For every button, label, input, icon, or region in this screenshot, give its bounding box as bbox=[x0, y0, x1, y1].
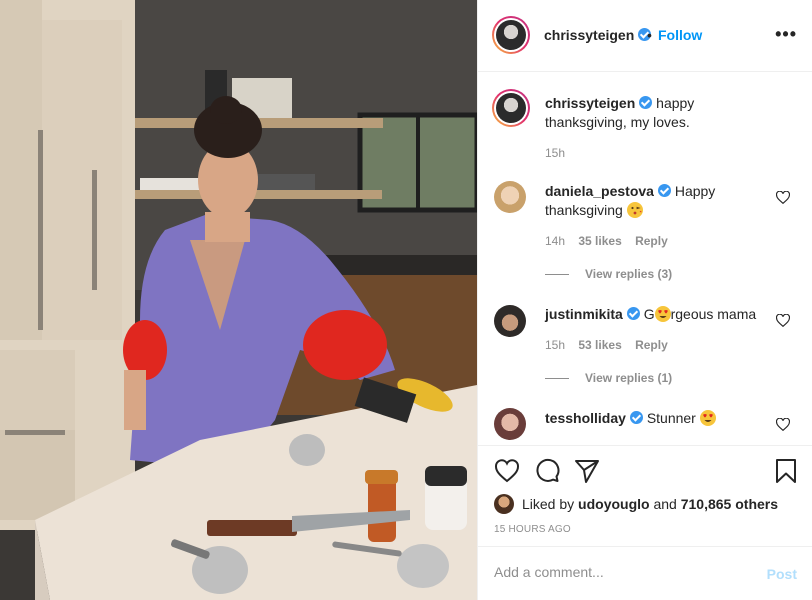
post-side-panel: chrissyteigen • Follow ••• chrissyteigen… bbox=[477, 0, 812, 600]
kitchen-photo-illustration bbox=[0, 0, 477, 600]
comment: daniela_pestova Happy thanksgiving bbox=[545, 182, 770, 220]
view-replies-label[interactable]: View replies (1) bbox=[585, 371, 672, 385]
author-username[interactable]: chrissyteigen bbox=[544, 27, 634, 43]
liked-by: Liked by udoyouglo and 710,865 others bbox=[494, 494, 778, 514]
comment-username[interactable]: justinmikita bbox=[545, 306, 623, 322]
comment-input[interactable] bbox=[494, 564, 744, 580]
reply-button[interactable]: Reply bbox=[635, 234, 668, 248]
post-photo[interactable] bbox=[0, 0, 477, 600]
likes-count-link[interactable]: 710,865 others bbox=[681, 496, 778, 512]
post-comment-button[interactable]: Post bbox=[767, 566, 797, 582]
liker-username[interactable]: udoyouglo bbox=[578, 496, 650, 512]
heart-eyes-emoji-icon bbox=[699, 410, 716, 426]
instagram-post-modal: chrissyteigen • Follow ••• chrissyteigen… bbox=[0, 0, 812, 600]
comment-text: Stunner bbox=[646, 410, 696, 426]
caption-time[interactable]: 15h bbox=[545, 146, 565, 160]
author-username-link[interactable]: chrissyteigen bbox=[544, 27, 652, 43]
verified-badge-icon bbox=[626, 307, 640, 320]
view-replies-label[interactable]: View replies (3) bbox=[585, 267, 672, 281]
replies-divider-line bbox=[545, 378, 569, 380]
view-replies-button[interactable]: View replies (3) bbox=[545, 267, 672, 281]
comment-like-heart-icon[interactable] bbox=[776, 191, 790, 204]
comment-time[interactable]: 15h bbox=[545, 338, 565, 352]
view-replies-button[interactable]: View replies (1) bbox=[545, 371, 672, 385]
comment-username[interactable]: daniela_pestova bbox=[545, 183, 654, 199]
caption-author-avatar[interactable] bbox=[492, 89, 530, 127]
caption-username[interactable]: chrissyteigen bbox=[545, 95, 635, 111]
replies-divider-line bbox=[545, 274, 569, 276]
post-actions: Liked by udoyouglo and 710,865 others 15… bbox=[478, 445, 812, 555]
post-timestamp[interactable]: 15 HOURS AGO bbox=[494, 524, 571, 535]
liker-avatar[interactable] bbox=[494, 494, 514, 514]
bookmark-icon[interactable] bbox=[773, 458, 799, 484]
post-header: chrissyteigen • Follow ••• bbox=[478, 0, 812, 72]
comment-icon[interactable] bbox=[534, 458, 560, 484]
caption: chrissyteigen happy thanksgiving, my lov… bbox=[545, 94, 770, 132]
verified-badge-icon bbox=[657, 184, 671, 197]
liked-by-and: and bbox=[653, 496, 677, 512]
comments-list[interactable]: chrissyteigen happy thanksgiving, my lov… bbox=[478, 73, 812, 445]
comment-likes[interactable]: 35 likes bbox=[578, 234, 621, 248]
comment-text-continued: rgeous mama bbox=[670, 306, 757, 322]
comment-meta: 15h 53 likes Reply bbox=[545, 338, 678, 352]
comment-like-heart-icon[interactable] bbox=[776, 418, 790, 431]
comment: tessholliday Stunner bbox=[545, 409, 770, 428]
commenter-avatar[interactable] bbox=[494, 305, 526, 337]
verified-badge-icon bbox=[639, 96, 653, 109]
caption-meta: 15h bbox=[545, 146, 575, 160]
comment-text: G bbox=[643, 306, 655, 322]
liked-by-prefix: Liked by bbox=[522, 496, 575, 512]
commenter-avatar[interactable] bbox=[494, 408, 526, 440]
heart-icon[interactable] bbox=[494, 458, 520, 484]
commenter-avatar[interactable] bbox=[494, 181, 526, 213]
comment-username[interactable]: tessholliday bbox=[545, 410, 626, 426]
comment-time[interactable]: 14h bbox=[545, 234, 565, 248]
comment: justinmikita G rgeous mama bbox=[545, 305, 770, 324]
verified-badge-icon bbox=[629, 411, 643, 424]
follow-button[interactable]: Follow bbox=[658, 27, 702, 43]
comment-like-heart-icon[interactable] bbox=[776, 314, 790, 327]
add-comment-bar: Post bbox=[478, 546, 812, 600]
kiss-face-emoji-icon bbox=[626, 202, 643, 218]
heart-eyes-emoji-icon bbox=[654, 306, 671, 322]
author-avatar[interactable] bbox=[492, 16, 530, 54]
more-horizontal-icon[interactable]: ••• bbox=[775, 24, 797, 45]
separator-dot: • bbox=[647, 27, 652, 43]
comment-likes[interactable]: 53 likes bbox=[578, 338, 621, 352]
send-icon[interactable] bbox=[574, 458, 600, 484]
reply-button[interactable]: Reply bbox=[635, 338, 668, 352]
comment-meta: 14h 35 likes Reply bbox=[545, 234, 678, 248]
